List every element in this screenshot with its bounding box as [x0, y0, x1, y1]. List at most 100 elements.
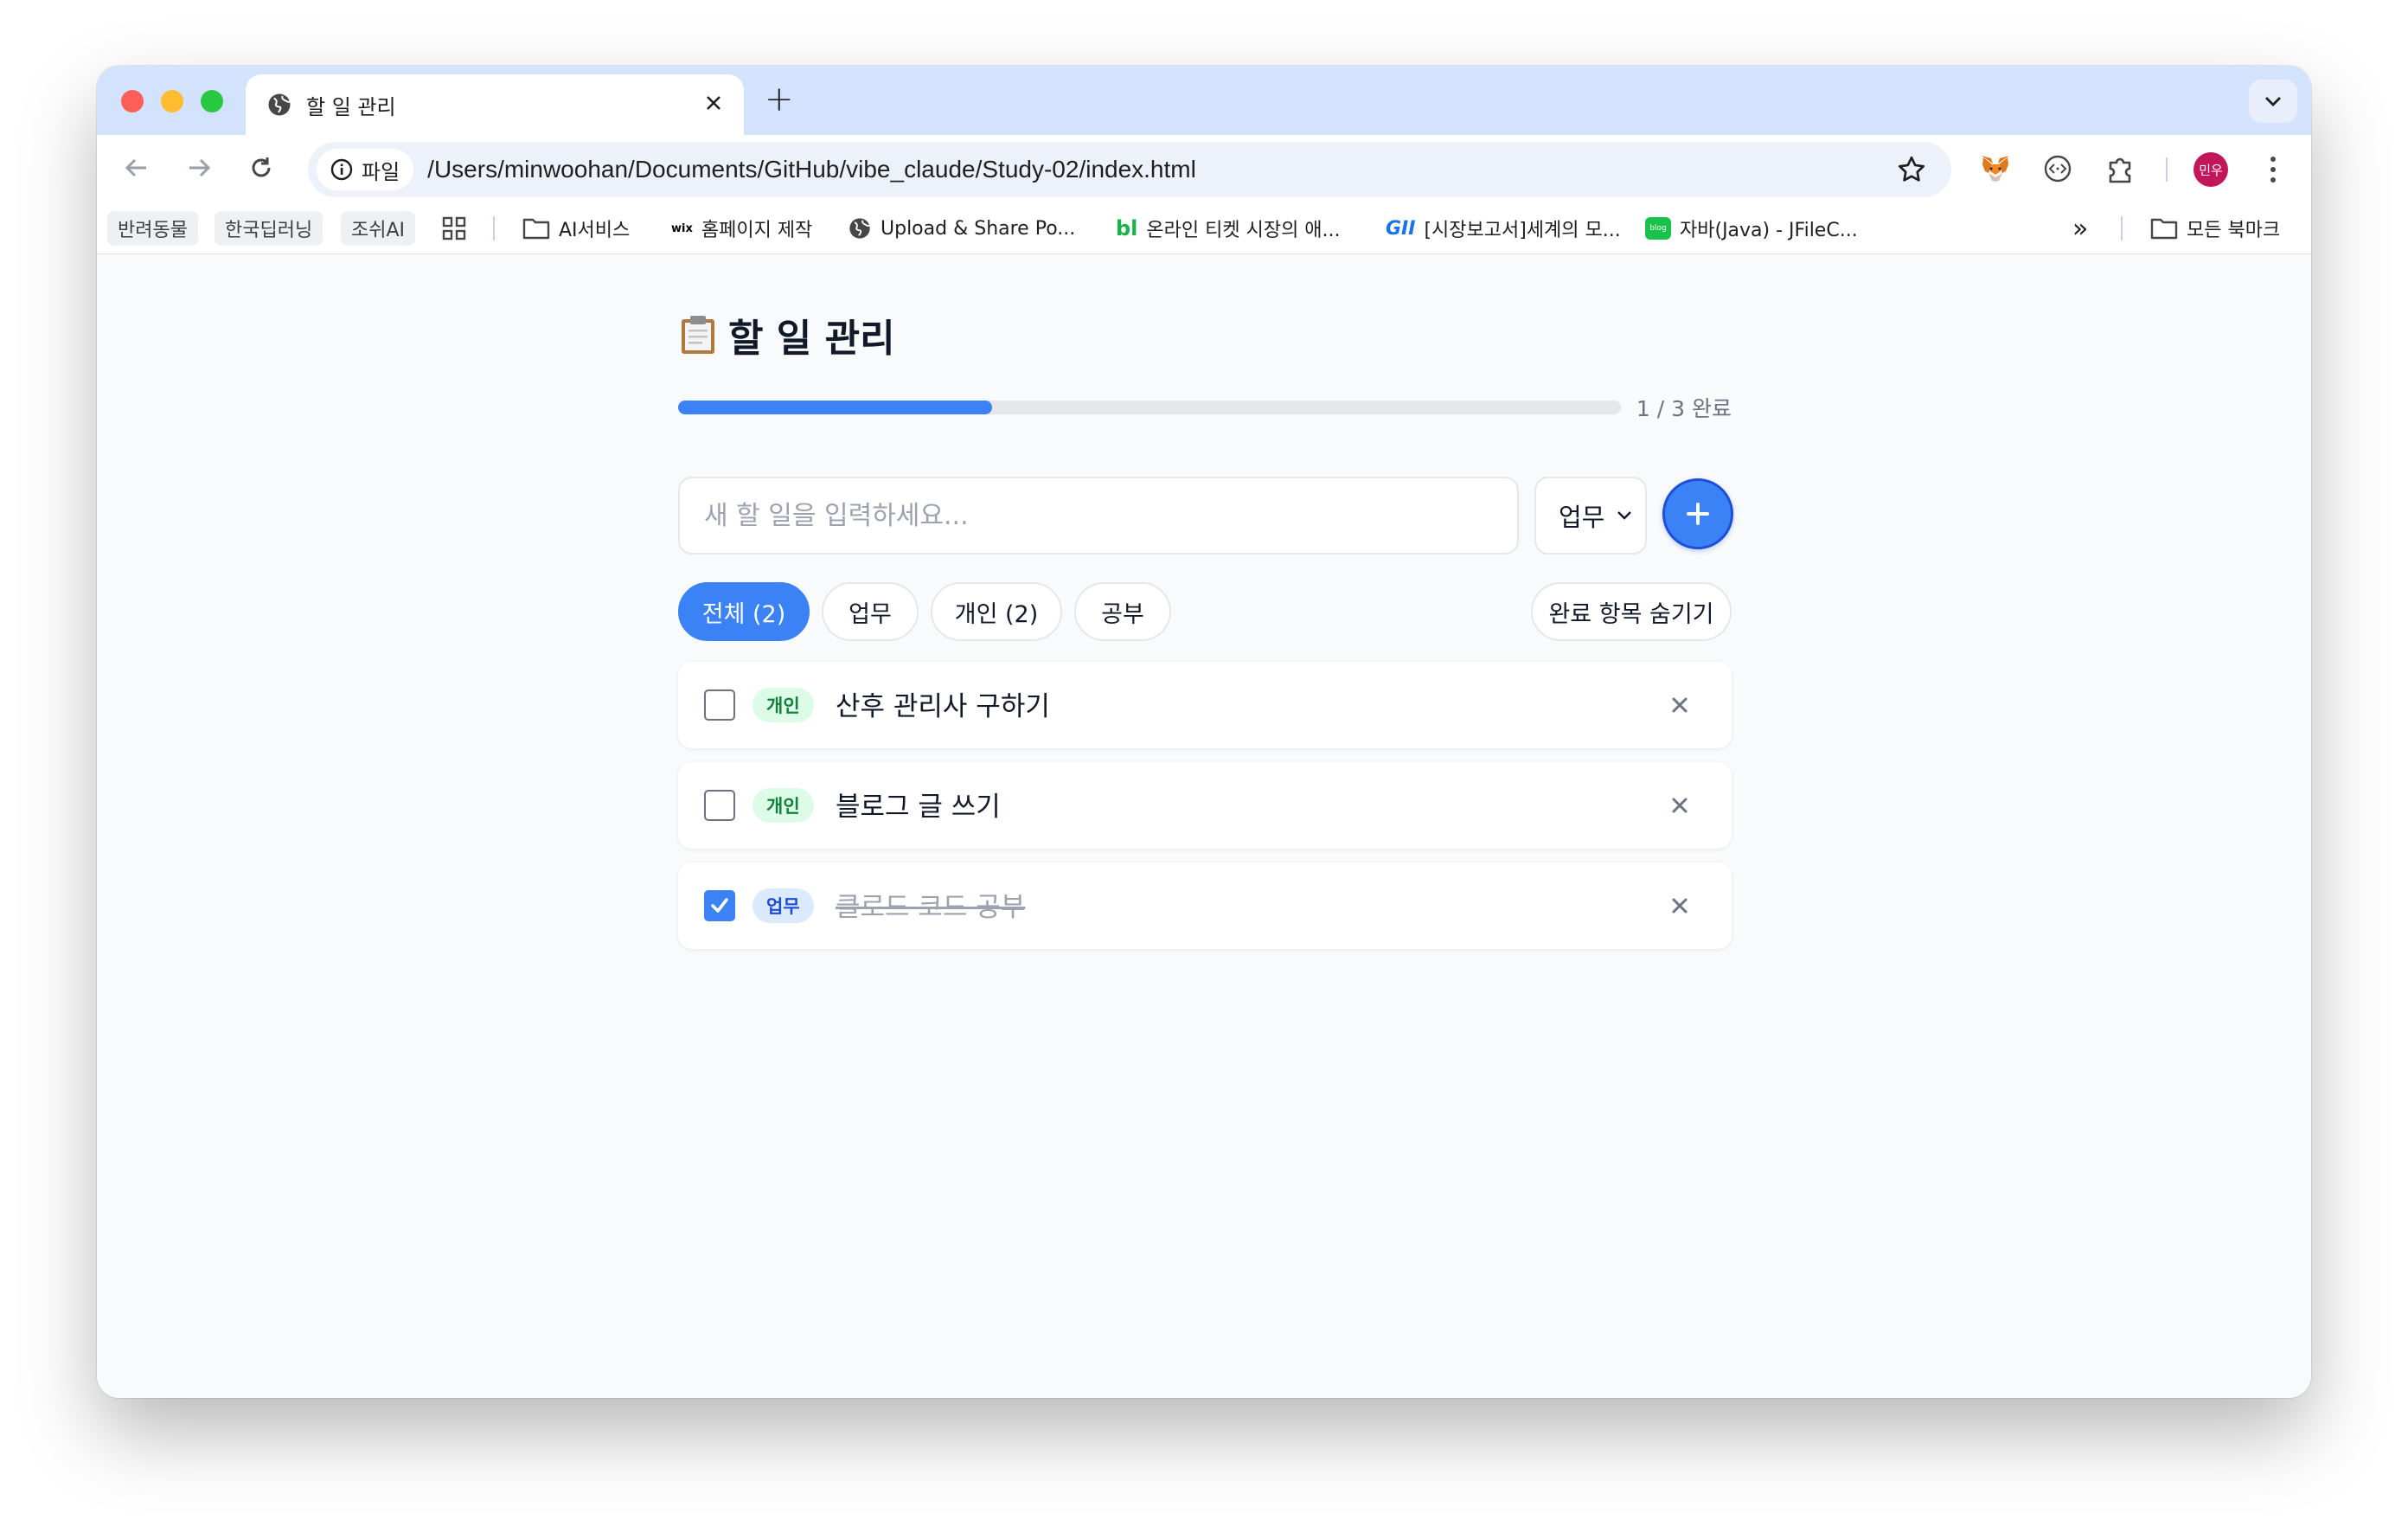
site-info-chip[interactable]: 파일 [317, 149, 414, 190]
bookmark-label: Upload & Share Po... [881, 217, 1076, 240]
arrow-left-icon [125, 158, 146, 177]
progress-fill [678, 401, 992, 414]
browser-window: 할 일 관리 + 파일 /Users/minwoohan/Documents/G… [97, 66, 2311, 1398]
extensions-menu-button[interactable] [2104, 152, 2136, 185]
profile-avatar[interactable]: 민우 [2193, 152, 2228, 187]
category-select[interactable]: 업무 [1534, 477, 1647, 555]
todo-checkbox[interactable] [704, 689, 735, 721]
new-tab-button[interactable]: + [765, 80, 794, 119]
bookmark-label: 홈페이지 제작 [701, 220, 813, 241]
bookmark-label: 자바(Java) - JFileC... [1680, 220, 1858, 241]
close-icon [1672, 697, 1688, 713]
category-badge: 개인 [752, 688, 814, 722]
delete-todo-button[interactable] [1668, 693, 1692, 717]
todo-item: 개인 블로그 글 쓰기 [678, 762, 1732, 849]
globe-icon [268, 93, 291, 116]
code-circle-icon [2044, 155, 2072, 183]
close-icon [1672, 798, 1688, 813]
toolbar-divider [2166, 157, 2168, 182]
reload-icon [252, 157, 271, 177]
clipboard-icon [682, 316, 714, 354]
delete-todo-button[interactable] [1668, 793, 1692, 818]
bookmark-label: 모든 북마크 [2187, 220, 2281, 241]
bookmark-divider [2121, 216, 2123, 240]
category-select-value: 업무 [1559, 503, 1605, 532]
todo-text: 블로그 글 쓰기 [836, 792, 1001, 823]
bookmark-item[interactable]: wix 홈페이지 제작 [671, 211, 812, 246]
todo-text: 산후 관리사 구하기 [836, 691, 1050, 722]
progress-bar [678, 401, 1621, 414]
extension-button[interactable] [2041, 152, 2074, 185]
category-badge: 개인 [752, 788, 814, 823]
bookmark-folder[interactable]: AI서비스 [522, 211, 630, 246]
apps-grid-button[interactable] [441, 211, 467, 246]
puzzle-icon [2109, 157, 2131, 183]
dot-icon [2270, 157, 2276, 162]
dot-icon [2270, 167, 2276, 172]
bookmark-item[interactable]: 한국딥러닝 [215, 211, 323, 246]
forward-button[interactable] [183, 152, 215, 183]
bookmark-item[interactable]: blog 자바(Java) - JFileC... [1645, 211, 1858, 246]
add-todo-button[interactable] [1662, 478, 1733, 549]
filter-all[interactable]: 전체 (2) [678, 582, 810, 641]
bl-icon: bl [1116, 216, 1138, 240]
bookmarks-bar: 반려동물 한국딥러닝 조쉬AI AI서비스 wix 홈페이지 제작 Upload… [97, 202, 2311, 254]
filter-personal[interactable]: 개인 (2) [931, 582, 1062, 641]
bookmark-item[interactable]: 조쉬AI [341, 211, 416, 246]
chevron-down-icon [1617, 511, 1631, 520]
back-button[interactable] [121, 152, 152, 183]
dot-icon [2270, 177, 2276, 183]
close-icon [707, 96, 720, 110]
checkmark-icon [711, 898, 728, 913]
site-chip-label: 파일 [362, 159, 400, 184]
app-title-text: 할 일 관리 [728, 317, 895, 361]
minimize-window-button[interactable] [161, 90, 183, 112]
bookmark-divider [493, 216, 495, 240]
grid-icon [442, 216, 466, 240]
filter-bar: 전체 (2) 업무 개인 (2) 공부 완료 항목 숨기기 [678, 582, 1732, 641]
info-icon [330, 158, 353, 181]
maximize-window-button[interactable] [201, 90, 223, 112]
address-bar[interactable]: 파일 /Users/minwoohan/Documents/GitHub/vib… [308, 142, 1951, 197]
bookmark-item[interactable]: bl 온라인 티켓 시장의 애... [1116, 211, 1341, 246]
page-content: 할 일 관리 1 / 3 완료 업무 전체 (2) 업무 개인 (2) 공부 완… [97, 255, 2311, 1398]
chevron-down-icon [2265, 97, 2281, 106]
browser-toolbar: 파일 /Users/minwoohan/Documents/GitHub/vib… [97, 135, 2311, 202]
reload-button[interactable] [246, 152, 277, 183]
gii-icon: GII [1386, 217, 1416, 240]
filter-work[interactable]: 업무 [822, 582, 919, 641]
close-window-button[interactable] [121, 90, 144, 112]
close-icon [1672, 898, 1688, 914]
browser-tab[interactable]: 할 일 관리 [246, 74, 744, 135]
tab-search-button[interactable] [2249, 80, 2297, 123]
metamask-extension-button[interactable] [1979, 152, 2012, 185]
url-text[interactable]: /Users/minwoohan/Documents/GitHub/vibe_c… [427, 156, 1196, 183]
progress-label: 1 / 3 완료 [1636, 396, 1732, 421]
new-todo-input[interactable] [678, 477, 1519, 555]
todo-checkbox[interactable] [704, 890, 735, 921]
todo-item: 업무 클로드 코드 공부 [678, 862, 1732, 949]
delete-todo-button[interactable] [1668, 894, 1692, 918]
todo-text: 클로드 코드 공부 [836, 892, 1026, 923]
tab-strip: 할 일 관리 + [97, 66, 2311, 135]
more-bookmarks-button[interactable]: » [2072, 211, 2088, 246]
star-icon [1899, 156, 1924, 182]
page-title: 할 일 관리 [678, 309, 895, 361]
bookmark-star-button[interactable] [1896, 154, 1927, 189]
browser-menu-button[interactable] [2258, 152, 2289, 187]
blog-icon: blog [1645, 217, 1671, 240]
arrow-right-icon [189, 158, 211, 177]
bookmark-label: AI서비스 [559, 220, 631, 241]
folder-icon [522, 218, 550, 240]
bookmark-item[interactable]: GII [시장보고서]세계의 모... [1386, 211, 1621, 246]
bookmark-item[interactable]: Upload & Share Po... [848, 211, 1075, 246]
wix-icon: wix [671, 221, 693, 235]
todo-checkbox[interactable] [704, 790, 735, 821]
all-bookmarks-folder[interactable]: 모든 북마크 [2150, 211, 2280, 246]
bookmark-item[interactable]: 반려동물 [107, 211, 198, 246]
fox-icon [1982, 156, 2009, 182]
hide-completed-button[interactable]: 완료 항목 숨기기 [1531, 582, 1732, 641]
filter-study[interactable]: 공부 [1074, 582, 1171, 641]
bookmark-label: 온라인 티켓 시장의 애... [1146, 220, 1341, 241]
tab-close-button[interactable] [704, 92, 723, 118]
